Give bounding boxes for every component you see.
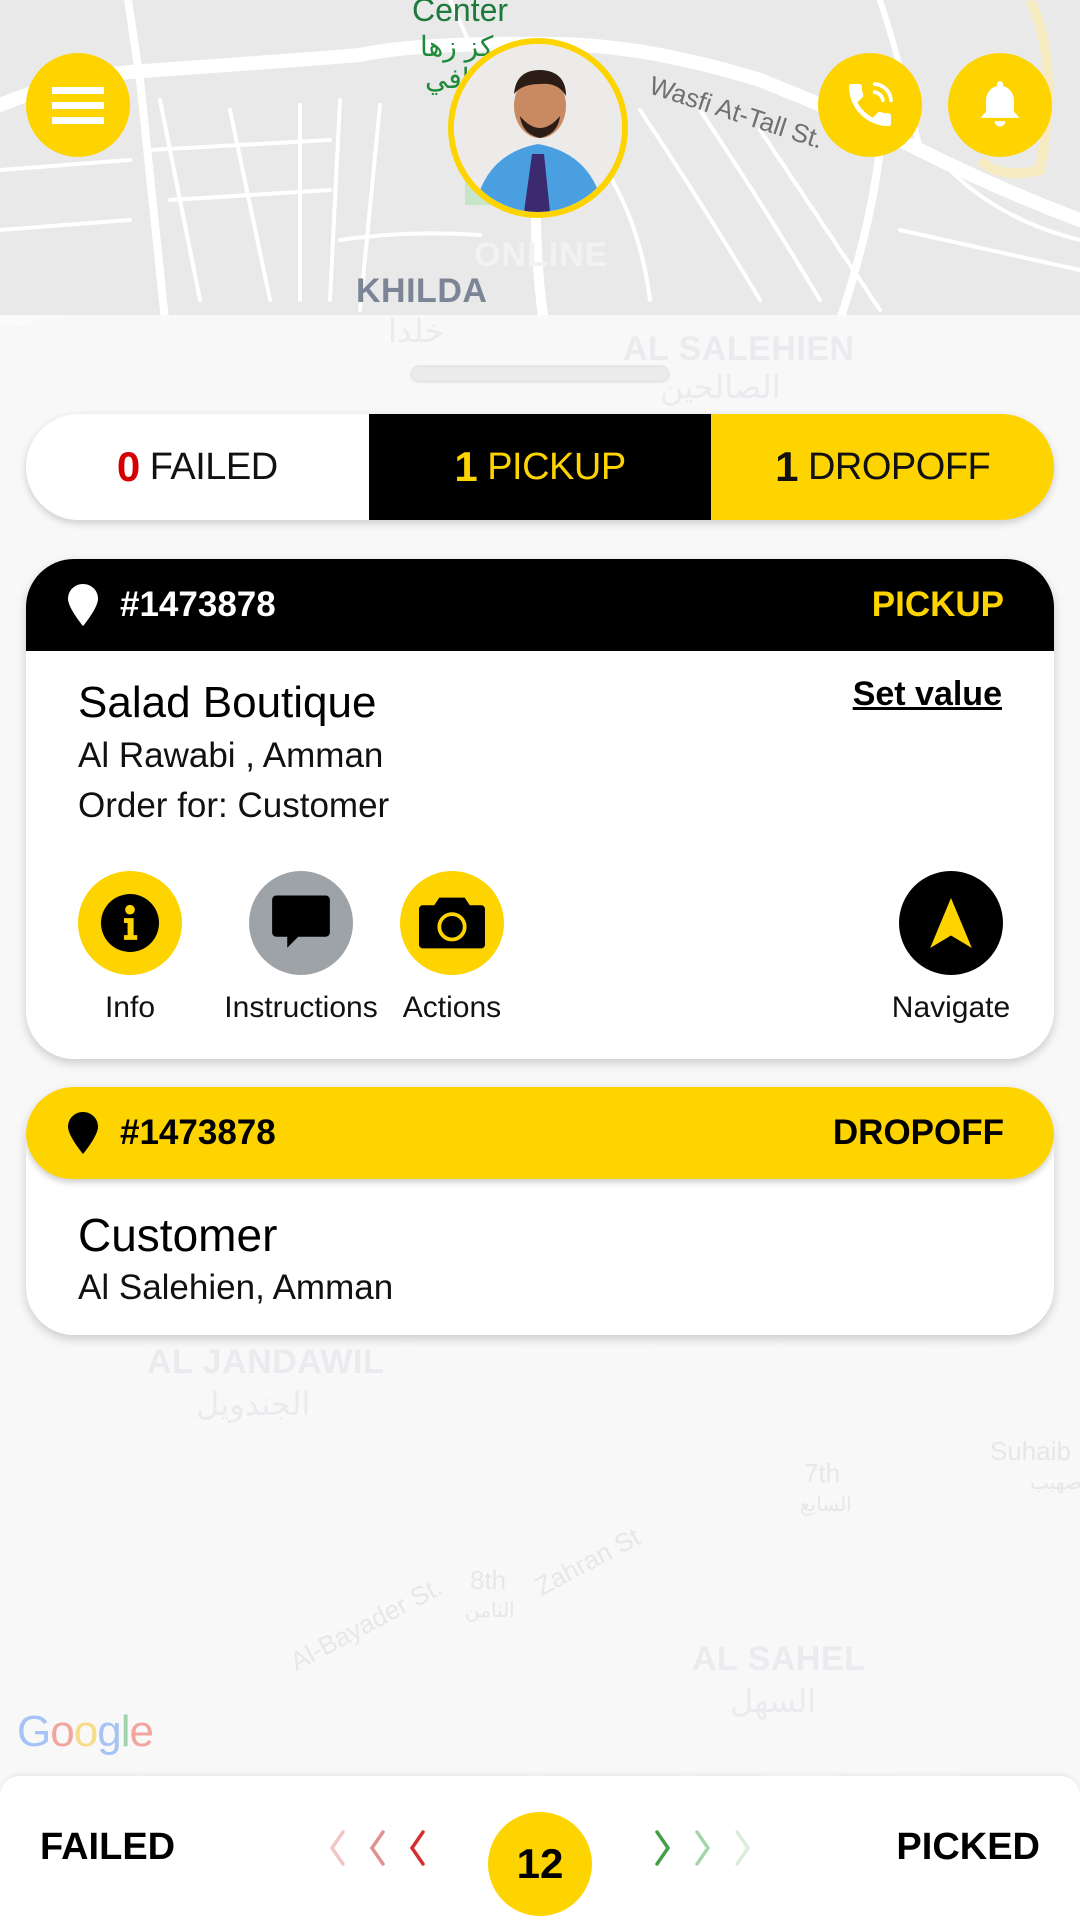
pickup-count: 1 [454, 443, 478, 490]
swipe-status-bar[interactable]: FAILED 12 PICKED [0, 1776, 1080, 1920]
order-for: Order for: Customer [78, 786, 390, 825]
navigate-button[interactable]: Navigate [876, 871, 1026, 1025]
dropoff-card-body: Customer Al Salehien, Amman [26, 1179, 1054, 1313]
chat-bubble-icon [272, 895, 330, 948]
summary-failed[interactable]: 0 FAILED [26, 414, 369, 520]
chevron-right-icon [735, 1830, 751, 1866]
dropoff-count: 1 [775, 443, 798, 490]
failed-label: FAILED [149, 445, 278, 488]
chevron-right-icon [695, 1830, 711, 1866]
navigate-label: Navigate [891, 991, 1011, 1024]
swipe-failed-label[interactable]: FAILED [40, 1826, 175, 1869]
location-pin-icon [68, 1112, 98, 1154]
driver-avatar[interactable] [448, 38, 628, 218]
instructions-label: Instructions [224, 991, 378, 1024]
actions-button[interactable]: Actions [377, 871, 527, 1025]
notifications-button[interactable] [948, 53, 1052, 157]
task-summary-bar: 0 FAILED 1 PICKUP 1 DROPOFF [26, 414, 1054, 520]
swipe-picked-label[interactable]: PICKED [896, 1826, 1040, 1869]
menu-button[interactable] [26, 53, 130, 157]
failed-count: 0 [116, 443, 140, 490]
info-label: Info [104, 991, 156, 1024]
set-value-link[interactable]: Set value [853, 675, 1002, 714]
dropoff-card-header: #1473878 DROPOFF [26, 1087, 1054, 1179]
pickup-address: Al Rawabi , Amman [78, 736, 384, 775]
pickup-task-card[interactable]: #1473878 PICKUP Salad Boutique Al Rawabi… [26, 559, 1054, 1059]
sheet-drag-handle[interactable] [412, 367, 668, 381]
dropoff-label: DROPOFF [807, 445, 991, 488]
chevron-left-icon [329, 1830, 345, 1866]
customer-name: Customer [78, 1209, 278, 1261]
instructions-button[interactable]: Instructions [216, 871, 386, 1025]
dropoff-task-card[interactable]: #1473878 DROPOFF Customer Al Salehien, A… [26, 1087, 1054, 1335]
phone-call-icon [849, 82, 893, 126]
task-actions: Info Instructions Actions Navigate [26, 871, 1054, 1031]
chevron-left-icon [369, 1830, 385, 1866]
info-button[interactable]: Info [55, 871, 205, 1025]
task-type-label: DROPOFF [832, 1113, 1004, 1152]
bell-icon [980, 81, 1020, 127]
driver-status-label: ONLINE [474, 236, 609, 274]
order-id: #1473878 [120, 1113, 276, 1152]
call-button[interactable] [818, 53, 922, 157]
task-counter-knob[interactable]: 12 [488, 1812, 592, 1916]
summary-pickup[interactable]: 1 PICKUP [368, 414, 712, 520]
google-attribution: Google [17, 1707, 154, 1756]
summary-dropoff[interactable]: 1 DROPOFF [711, 414, 1054, 520]
pickup-card-body: Salad Boutique Al Rawabi , Amman Order f… [26, 651, 1054, 831]
map-poi-label: Center [412, 0, 509, 28]
actions-label: Actions [402, 991, 502, 1024]
chevron-right-icon [655, 1830, 671, 1866]
driver-photo [454, 44, 622, 212]
hamburger-menu-icon [52, 79, 104, 132]
info-icon [101, 894, 159, 952]
location-pin-icon [68, 584, 98, 626]
chevron-left-icon [409, 1830, 425, 1866]
dropoff-address: Al Salehien, Amman [78, 1268, 394, 1307]
camera-icon [419, 897, 485, 949]
pickup-card-header: #1473878 PICKUP [26, 559, 1054, 651]
task-type-label: PICKUP [871, 585, 1004, 624]
map-area-label: KHILDA [356, 272, 488, 310]
order-id: #1473878 [120, 585, 276, 624]
navigate-arrow-icon [930, 898, 972, 948]
pickup-label: PICKUP [487, 445, 626, 488]
